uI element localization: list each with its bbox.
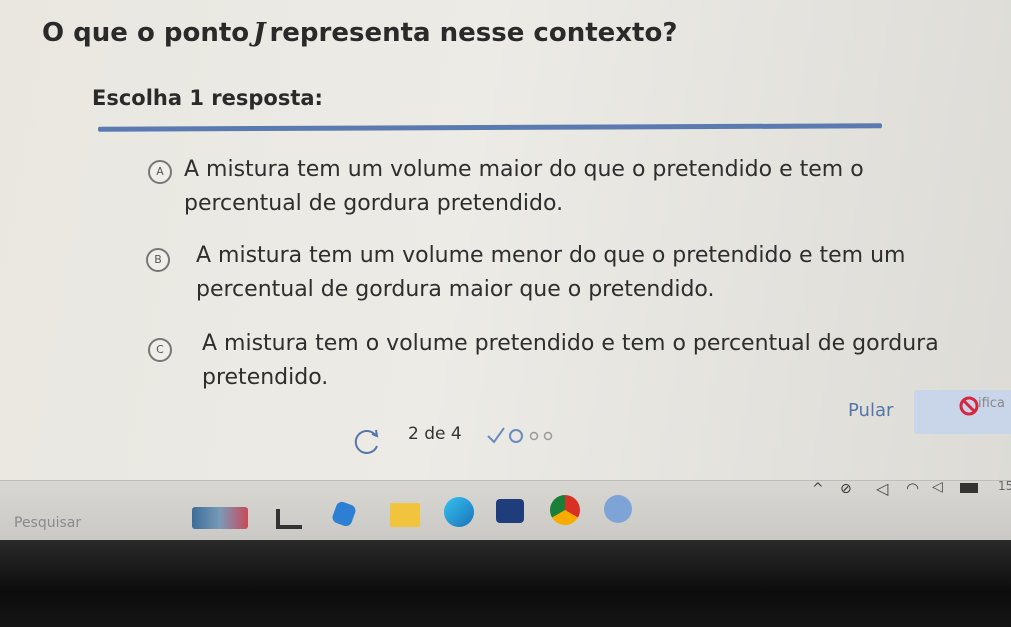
error-icon [959,396,979,416]
option-b-line1: A mistura tem um volume menor do que o p… [196,243,906,268]
store-icon[interactable] [330,500,358,528]
verify-button[interactable]: ifica [914,390,1011,434]
clock[interactable]: 15 [998,479,1011,493]
app-icon[interactable] [496,499,524,523]
answer-instruction: Escolha 1 resposta: [92,86,323,110]
settings-icon[interactable] [604,495,632,523]
option-letter-c[interactable]: C [148,338,172,362]
task-view-icon[interactable] [276,509,302,529]
option-c-line1: A mistura tem o volume pretendido e tem … [202,331,939,356]
option-c-line2: pretendido. [202,365,329,390]
chevron-up-icon[interactable]: ^ [812,481,824,497]
question-suffix: representa nesse contexto? [269,18,678,48]
progress-text: 2 de 4 [408,424,462,444]
skip-button[interactable]: Pular [848,400,893,421]
taskbar-search[interactable]: Pesquisar [14,515,81,531]
option-a-line2: percentual de gordura pretendido. [184,191,564,216]
refresh-icon[interactable] [350,426,384,456]
chrome-icon[interactable] [550,495,580,525]
edge-icon[interactable] [444,497,474,527]
weather-widget-icon[interactable] [192,507,248,529]
file-explorer-icon[interactable] [390,503,420,527]
battery-icon[interactable] [960,483,978,493]
point-symbol: J [253,18,266,48]
option-letter-b[interactable]: B [146,248,170,272]
screen-bezel [0,540,1011,627]
option-a-line1: A mistura tem um volume maior do que o p… [184,157,864,182]
progress-dots-icon [487,427,553,444]
question-prefix: O que o ponto [42,18,250,48]
verify-label: ifica [978,396,1005,411]
volume-icon[interactable]: ◁ [932,479,943,495]
question-text: O que o ponto Jrepresenta nesse contexto? [42,18,677,48]
option-b-line2: percentual de gordura maior que o preten… [196,277,715,302]
network-off-icon[interactable]: ⊘ [840,481,852,497]
screen: O que o ponto Jrepresenta nesse contexto?… [0,0,1011,545]
wifi-icon[interactable]: ◠ [906,479,919,497]
option-letter-a[interactable]: A [148,160,172,184]
divider [97,123,883,132]
taskbar: Pesquisar ^ ⊘ ◁ ◠ ◁ 15 [0,479,1011,545]
send-icon[interactable]: ◁ [876,479,888,498]
